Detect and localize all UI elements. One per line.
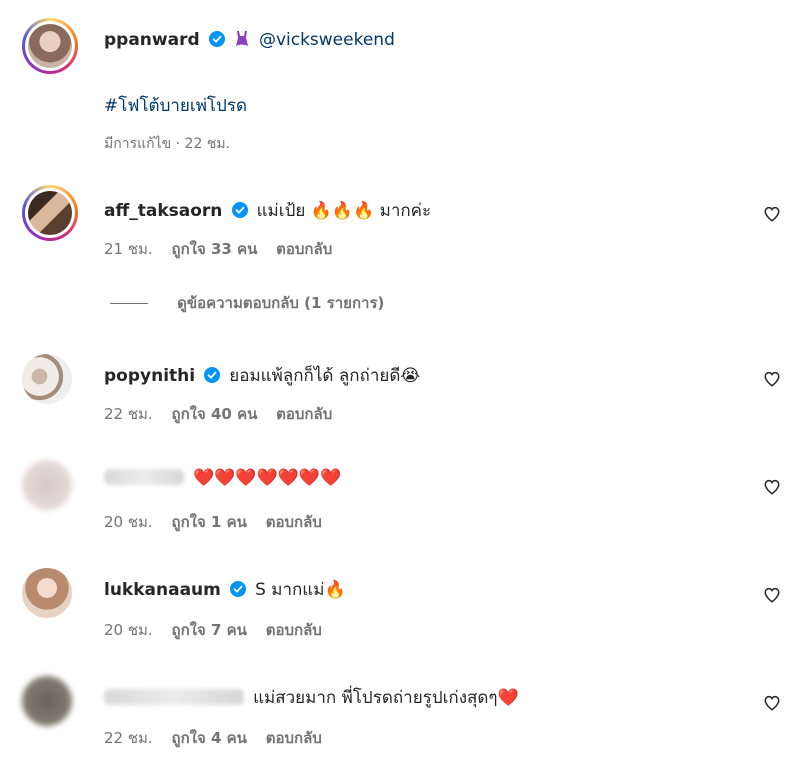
comment-time: 20 ชม. <box>104 513 153 531</box>
comment-text: แม่เป้ย 🔥🔥🔥 มากค่ะ <box>256 201 432 221</box>
post-meta: มีการแก้ไข · 22 ชม. <box>104 133 244 155</box>
comment-reply-button[interactable]: ตอบกลับ <box>276 240 332 258</box>
commenter-username-blurred[interactable] <box>104 689 244 705</box>
comment-meta: 21 ชม. ถูกใจ 33 คน ตอบกลับ <box>104 237 346 261</box>
like-heart-icon[interactable] <box>763 205 781 223</box>
verified-badge-icon <box>229 581 246 597</box>
comment-likes[interactable]: ถูกใจ 4 คน <box>171 729 246 747</box>
commenter-username[interactable]: lukkanaaum <box>104 580 221 600</box>
comment-likes[interactable]: ถูกใจ 33 คน <box>171 240 257 258</box>
comment-likes[interactable]: ถูกใจ 1 คน <box>171 513 246 531</box>
view-replies-line <box>110 303 148 304</box>
comment-text: ยอมแพ้ลูกก็ได้ ลูกถ่ายดี😭 <box>229 366 421 386</box>
comment-meta: 22 ชม. ถูกใจ 40 คน ตอบกลับ <box>104 402 346 426</box>
view-replies[interactable]: ดูข้อความตอบกลับ (1 รายการ) <box>110 291 384 315</box>
comment-text: S มากแม่🔥 <box>255 580 346 600</box>
commenter-avatar-blurred[interactable] <box>22 676 72 726</box>
commenter-username-blurred[interactable] <box>104 469 184 485</box>
comment-time: 22 ชม. <box>104 729 153 747</box>
like-heart-icon[interactable] <box>763 370 781 388</box>
view-replies-label[interactable]: ดูข้อความตอบกลับ (1 รายการ) <box>177 294 384 312</box>
comment-time: 22 ชม. <box>104 405 153 423</box>
swimsuit-emoji-icon <box>235 31 248 46</box>
comment-meta: 22 ชม. ถูกใจ 4 คน ตอบกลับ <box>104 726 336 750</box>
comment-text: ❤️❤️❤️❤️❤️❤️❤️ <box>193 468 342 488</box>
comment-reply-button[interactable]: ตอบกลับ <box>266 729 322 747</box>
comment-meta: 20 ชม. ถูกใจ 1 คน ตอบกลับ <box>104 510 336 534</box>
comment-item: แม่สวยมาก พี่โปรดถ่ายรูปเก่งสุดๆ❤️ 22 ชม… <box>0 664 800 774</box>
commenter-avatar-blurred[interactable] <box>22 460 72 510</box>
comment-text: แม่สวยมาก พี่โปรดถ่ายรูปเก่งสุดๆ❤️ <box>253 688 519 708</box>
post-mention-link[interactable]: @vicksweekend <box>259 30 395 50</box>
verified-badge-icon <box>204 367 221 383</box>
verified-badge-icon <box>208 31 225 47</box>
comment-reply-button[interactable]: ตอบกลับ <box>266 513 322 531</box>
commenter-avatar[interactable] <box>22 568 72 618</box>
commenter-avatar[interactable] <box>22 354 72 404</box>
like-heart-icon[interactable] <box>763 478 781 496</box>
comment-time: 20 ชม. <box>104 621 153 639</box>
comment-reply-button[interactable]: ตอบกลับ <box>276 405 332 423</box>
commenter-username[interactable]: popynithi <box>104 366 195 386</box>
comment-item: lukkanaaum S มากแม่🔥 20 ชม. ถูกใจ 7 คน ต… <box>0 556 800 656</box>
commenter-username[interactable]: aff_taksaorn <box>104 201 222 221</box>
post-hashtag-link[interactable]: #โฟโต้บายเพ่โปรด <box>104 96 247 116</box>
comment-likes[interactable]: ถูกใจ 7 คน <box>171 621 246 639</box>
post-author-username[interactable]: ppanward <box>104 30 200 50</box>
comment-item: ❤️❤️❤️❤️❤️❤️❤️ 20 ชม. ถูกใจ 1 คน ตอบกลับ <box>0 448 800 548</box>
post-caption: ppanward @vicksweekend #โฟโต้บายเพ่โปรด … <box>0 0 800 160</box>
comment-reply-button[interactable]: ตอบกลับ <box>266 621 322 639</box>
comment-time: 21 ชม. <box>104 240 153 258</box>
comment-likes[interactable]: ถูกใจ 40 คน <box>171 405 257 423</box>
comment-item: aff_taksaorn แม่เป้ย 🔥🔥🔥 มากค่ะ 21 ชม. ถ… <box>0 175 800 325</box>
post-author-avatar[interactable] <box>22 18 78 74</box>
comment-item: popynithi ยอมแพ้ลูกก็ได้ ลูกถ่ายดี😭 22 ช… <box>0 340 800 440</box>
like-heart-icon[interactable] <box>763 694 781 712</box>
commenter-avatar[interactable] <box>22 185 78 241</box>
post-meta-text: มีการแก้ไข · 22 ชม. <box>104 136 230 152</box>
verified-badge-icon <box>231 202 248 218</box>
like-heart-icon[interactable] <box>763 586 781 604</box>
comment-meta: 20 ชม. ถูกใจ 7 คน ตอบกลับ <box>104 618 336 642</box>
